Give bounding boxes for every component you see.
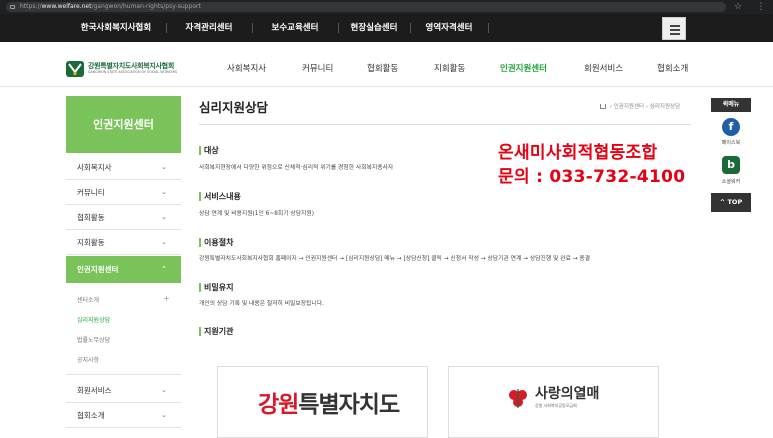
- sidebar-item-activities[interactable]: 협회활동 ⌄: [66, 205, 181, 230]
- section-title-confidentiality: 비밀유지: [199, 283, 233, 292]
- section-title-service: 서비스내용: [199, 192, 241, 201]
- url-host: www.welfare.net: [41, 3, 92, 10]
- sidebar-item-label: 지회활동: [77, 238, 105, 247]
- main-menu-branches[interactable]: 지회활동: [434, 62, 465, 74]
- sidebar-item-label: 사회복지사: [77, 163, 112, 172]
- topnav-education[interactable]: 보수교육센터: [252, 14, 338, 42]
- breadcrumb-sep: ›: [645, 104, 649, 110]
- main-menu-about[interactable]: 협회소개: [657, 62, 688, 74]
- quick-menu: 퀵메뉴 f 페이스북 b 소셜워커 ^ TOP: [711, 98, 751, 213]
- header-divider: [0, 86, 773, 87]
- title-divider: [199, 124, 691, 125]
- chevron-down-icon: ⌄: [161, 213, 167, 221]
- breadcrumb-item[interactable]: 인권지원센터: [614, 104, 644, 110]
- url-scheme: https://: [20, 3, 42, 10]
- section-body-confidentiality: 개인의 상담 기록 및 내용은 철저히 비밀보장됩니다.: [199, 301, 324, 307]
- chevron-down-icon: ⌄: [161, 238, 167, 246]
- gangwon-logo-text: 강원특별자치도: [258, 392, 400, 418]
- fruit-of-love-name: 사랑의열매: [535, 386, 600, 402]
- sidebar-item-social-worker[interactable]: 사회복지사 ⌄: [66, 155, 181, 180]
- main-menu-community[interactable]: 커뮤니티: [302, 62, 333, 74]
- main-menu-activities[interactable]: 협회활동: [367, 62, 398, 74]
- quick-menu-title: 퀵메뉴: [711, 98, 751, 112]
- hamburger-line: [670, 33, 680, 35]
- chevron-up-icon: ⌃: [161, 265, 167, 273]
- section-body-target: 사회복지현장에서 다양한 위험으로 신체적·심리적 위기를 경험한 사회복지종사…: [199, 165, 394, 171]
- lock-icon: [10, 5, 15, 9]
- site-logo[interactable]: 강원특별자치도사회복지사협회 GANGWON STATE ASSOCIATION…: [66, 60, 198, 78]
- section-title-procedure: 이용절차: [199, 238, 233, 247]
- breadcrumb-sep: ›: [609, 104, 612, 110]
- scroll-top-label: TOP: [727, 198, 743, 206]
- contact-overlay-phone: 문의 : 033-732-4100: [498, 167, 686, 187]
- topnav-practicum[interactable]: 현장실습센터: [338, 14, 410, 42]
- fruit-of-love-logo-icon: [509, 389, 527, 408]
- bookmark-star-icon[interactable]: ☆: [733, 2, 743, 12]
- facebook-label[interactable]: 페이스북: [711, 139, 751, 146]
- top-navigation: 한국사회복지사협회 자격관리센터 보수교육센터 현장실습센터 영역자격센터: [0, 14, 773, 42]
- scroll-top-button[interactable]: ^ TOP: [711, 193, 751, 212]
- logo-mark-icon: [66, 61, 84, 77]
- sidebar-item-label: 인권지원센터: [77, 265, 119, 274]
- plus-icon: +: [163, 294, 170, 303]
- breadcrumb: › 인권지원센터 › 심리지원상담: [600, 102, 680, 110]
- section-title-target: 대상: [199, 146, 219, 155]
- section-title-institutions: 지원기관: [199, 327, 233, 336]
- submenu-item-notices[interactable]: 공지사항: [77, 355, 99, 364]
- submenu-item-center-intro[interactable]: 센터소개 +: [77, 294, 170, 304]
- hamburger-line: [670, 29, 680, 31]
- sidebar-item-label: 협회활동: [77, 213, 105, 222]
- browser-toolbar: https://www.welfare.net/gangwon/human-ri…: [0, 0, 773, 14]
- address-bar[interactable]: https://www.welfare.net/gangwon/human-ri…: [6, 2, 726, 12]
- home-icon[interactable]: [600, 104, 606, 109]
- url-path: /gangwon/human-rights/psy-support: [91, 3, 201, 10]
- section-body-procedure: 강원특별자치도사회복지사협회 홈페이지 → 인권지원센터 → [심리지원상담] …: [199, 256, 591, 262]
- facebook-icon[interactable]: f: [722, 118, 740, 136]
- sidebar-item-branches[interactable]: 지회활동 ⌄: [66, 230, 181, 255]
- chevron-down-icon: ⌄: [161, 386, 167, 394]
- topnav-kasw[interactable]: 한국사회복지사협회: [66, 14, 166, 42]
- contact-overlay-org: 온새미사회적협동조합: [498, 143, 658, 163]
- main-menu-human-rights[interactable]: 인권지원센터: [500, 62, 547, 74]
- chevron-down-icon: ⌄: [161, 163, 167, 171]
- sidebar-item-label: 커뮤니티: [77, 188, 105, 197]
- main-menu-member-service[interactable]: 회원서비스: [584, 62, 623, 74]
- browser-menu-icon[interactable]: ⋮: [756, 2, 766, 12]
- topnav-license[interactable]: 자격관리센터: [166, 14, 252, 42]
- breadcrumb-item: 심리지원상담: [649, 104, 681, 110]
- hamburger-line: [670, 25, 680, 27]
- sidebar-title: 인권지원센터: [66, 96, 181, 153]
- topnav-divider: [488, 23, 489, 33]
- sidebar-item-about[interactable]: 협회소개 ⌄: [66, 403, 181, 428]
- hamburger-menu-button[interactable]: [662, 17, 686, 40]
- sidebar-item-human-rights[interactable]: 인권지원센터 ⌃: [66, 256, 181, 283]
- logo-name-en: GANGWON STATE ASSOCIATION OF SOCIAL WORK…: [88, 70, 178, 74]
- sidebar-item-label: 회원서비스: [77, 386, 112, 395]
- chevron-down-icon: ⌄: [161, 188, 167, 196]
- institution-card-gangwon[interactable]: 강원특별자치도: [217, 366, 428, 438]
- fruit-of-love-subtitle: 강원 사회복지공동모금회: [535, 403, 577, 408]
- section-body-service: 상담 연계 및 비용지원(1인 6~8회기 상담지원): [199, 211, 314, 217]
- sidebar-submenu: 센터소개 + 심리지원상담 법률노무상담 공지사항: [66, 283, 181, 375]
- blog-label[interactable]: 소셜워커: [711, 178, 751, 185]
- blog-icon[interactable]: b: [722, 156, 740, 174]
- sidebar-item-community[interactable]: 커뮤니티 ⌄: [66, 180, 181, 205]
- topnav-domain-license[interactable]: 영역자격센터: [410, 14, 488, 42]
- submenu-item-label: 센터소개: [77, 297, 100, 304]
- sidebar-item-member-service[interactable]: 회원서비스 ⌄: [66, 378, 181, 403]
- submenu-item-legal-labor[interactable]: 법률노무상담: [77, 335, 110, 344]
- chevron-up-icon: ^: [719, 198, 726, 206]
- page-title: 심리지원상담: [199, 100, 269, 115]
- sidebar-item-label: 협회소개: [77, 411, 105, 420]
- submenu-item-psy-support[interactable]: 심리지원상담: [77, 315, 110, 324]
- chevron-down-icon: ⌄: [161, 411, 167, 419]
- main-menu-social-worker[interactable]: 사회복지사: [227, 62, 266, 74]
- institution-card-fruit-of-love[interactable]: 사랑의열매 강원 사회복지공동모금회: [448, 366, 659, 438]
